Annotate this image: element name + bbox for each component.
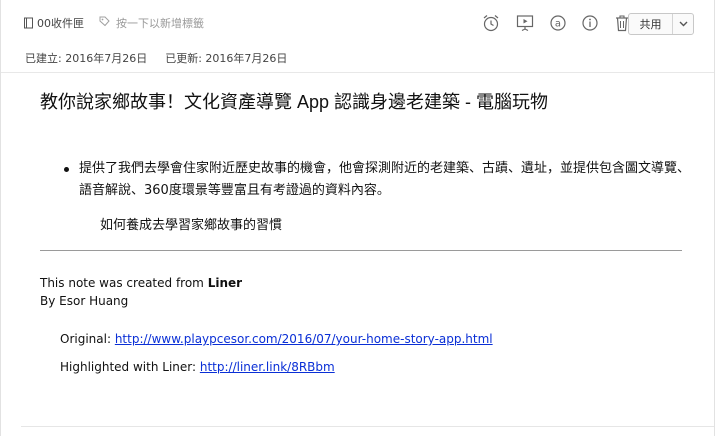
- highlighted-row: Highlighted with Liner: http://liner.lin…: [60, 360, 493, 374]
- info-icon[interactable]: [581, 14, 599, 32]
- notebook-name: 00收件匣: [37, 17, 84, 30]
- original-label: Original:: [60, 332, 115, 346]
- note-metadata: 已建立: 2016年7月26日 已更新: 2016年7月26日: [25, 50, 287, 66]
- note-toolbar: 00收件匣 按一下以新增標籤 a 共用: [1, 0, 714, 44]
- credit-author: By Esor Huang: [40, 294, 129, 308]
- note-editor: 00收件匣 按一下以新增標籤 a 共用 已建立: 2016年7月26日 已更新:…: [0, 0, 715, 436]
- chevron-down-icon: [679, 21, 687, 27]
- highlight-subtext: 如何養成去學習家鄉故事的習慣: [100, 218, 283, 233]
- liner-link[interactable]: http://liner.link/8RBbm: [200, 360, 335, 374]
- bullet-list: 提供了我們去學會住家附近歷史故事的機會，他會探測附近的老建築、古蹟、遺址，並提供…: [64, 158, 694, 202]
- note-body[interactable]: 教你說家鄉故事！文化資產導覽 App 認識身邊老建築 - 電腦玩物 提供了我們去…: [40, 88, 690, 374]
- reminder-icon[interactable]: [481, 13, 501, 33]
- note-title[interactable]: 教你說家鄉故事！文化資產導覽 App 認識身邊老建築 - 電腦玩物: [40, 88, 682, 114]
- tag-placeholder: 按一下以新增標籤: [116, 17, 204, 30]
- credit-prefix: This note was created from: [40, 276, 208, 290]
- source-links: Original: http://www.playpcesor.com/2016…: [60, 332, 493, 388]
- list-item: 提供了我們去學會住家附近歷史故事的機會，他會探測附近的老建築、古蹟、遺址，並提供…: [64, 158, 694, 202]
- created-date: 已建立: 2016年7月26日: [25, 52, 148, 65]
- svg-text:a: a: [555, 18, 561, 29]
- at-icon[interactable]: a: [549, 14, 567, 32]
- highlighted-label: Highlighted with Liner:: [60, 360, 200, 374]
- share-label: 共用: [639, 18, 662, 31]
- bottom-divider: [21, 426, 714, 427]
- original-row: Original: http://www.playpcesor.com/2016…: [60, 332, 493, 346]
- liner-credit: This note was created from Liner By Esor…: [40, 274, 242, 310]
- share-dropdown-toggle[interactable]: [672, 14, 693, 34]
- toolbar-actions: a: [481, 13, 631, 33]
- notebook-selector[interactable]: 00收件匣: [23, 15, 84, 31]
- credit-app: Liner: [207, 276, 243, 290]
- share-button[interactable]: 共用: [628, 13, 694, 35]
- notebook-icon: [23, 17, 34, 29]
- updated-date: 已更新: 2016年7月26日: [165, 52, 288, 65]
- tag-input[interactable]: 按一下以新增標籤: [99, 15, 204, 31]
- original-link[interactable]: http://www.playpcesor.com/2016/07/your-h…: [115, 332, 493, 346]
- header-divider: [1, 72, 714, 73]
- tag-icon: [99, 16, 110, 30]
- present-icon[interactable]: [515, 13, 535, 33]
- horizontal-rule: [40, 250, 682, 251]
